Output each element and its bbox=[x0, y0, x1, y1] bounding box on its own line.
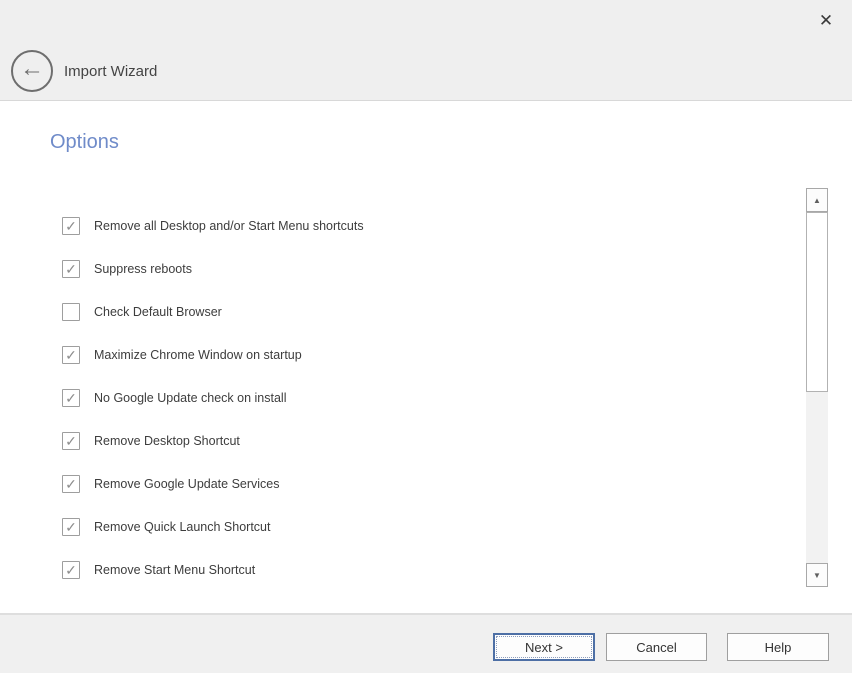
options-panel: ✓ Remove all Desktop and/or Start Menu s… bbox=[0, 190, 852, 590]
option-row[interactable]: ✓ Maximize Chrome Window on startup bbox=[0, 333, 852, 376]
option-checkbox[interactable]: ✓ bbox=[62, 518, 80, 536]
option-checkbox[interactable]: ✓ bbox=[62, 389, 80, 407]
option-checkbox[interactable]: ✓ bbox=[62, 217, 80, 235]
scroll-up-icon[interactable]: ▲ bbox=[806, 188, 828, 212]
option-row[interactable]: ✓ Remove Start Menu Shortcut bbox=[0, 548, 852, 590]
option-checkbox[interactable]: ✓ bbox=[62, 260, 80, 278]
scroll-down-icon[interactable]: ▼ bbox=[806, 563, 828, 587]
options-list: ✓ Remove all Desktop and/or Start Menu s… bbox=[0, 190, 852, 590]
option-label: Suppress reboots bbox=[94, 262, 192, 276]
option-label: Check Default Browser bbox=[94, 305, 222, 319]
option-row[interactable]: ✓ Remove Google Update Services bbox=[0, 462, 852, 505]
next-button[interactable]: Next > bbox=[493, 633, 595, 661]
option-row[interactable]: ✓ Remove Quick Launch Shortcut bbox=[0, 505, 852, 548]
help-button[interactable]: Help bbox=[727, 633, 829, 661]
option-label: Remove Desktop Shortcut bbox=[94, 434, 240, 448]
option-row[interactable]: Check Default Browser bbox=[0, 290, 852, 333]
option-checkbox[interactable] bbox=[62, 303, 80, 321]
option-row[interactable]: ✓ Remove Desktop Shortcut bbox=[0, 419, 852, 462]
option-label: Remove all Desktop and/or Start Menu sho… bbox=[94, 219, 364, 233]
option-label: No Google Update check on install bbox=[94, 391, 286, 405]
wizard-header: ✕ ← Import Wizard bbox=[0, 0, 852, 101]
option-checkbox[interactable]: ✓ bbox=[62, 346, 80, 364]
option-checkbox[interactable]: ✓ bbox=[62, 561, 80, 579]
option-row[interactable]: ✓ Suppress reboots bbox=[0, 247, 852, 290]
import-wizard-dialog: ✕ ← Import Wizard Options ✓ Remove all D… bbox=[0, 0, 852, 673]
option-row[interactable]: ✓ Remove all Desktop and/or Start Menu s… bbox=[0, 204, 852, 247]
scrollbar-thumb[interactable] bbox=[806, 212, 828, 392]
option-label: Remove Google Update Services bbox=[94, 477, 280, 491]
option-checkbox[interactable]: ✓ bbox=[62, 432, 80, 450]
option-label: Remove Start Menu Shortcut bbox=[94, 563, 255, 577]
cancel-button[interactable]: Cancel bbox=[606, 633, 707, 661]
wizard-title: Import Wizard bbox=[64, 50, 157, 92]
close-icon[interactable]: ✕ bbox=[813, 8, 839, 34]
option-label: Remove Quick Launch Shortcut bbox=[94, 520, 270, 534]
option-label: Maximize Chrome Window on startup bbox=[94, 348, 302, 362]
back-arrow-icon: ← bbox=[20, 57, 44, 81]
vertical-scrollbar[interactable]: ▲ ▼ bbox=[806, 188, 828, 587]
wizard-footer: Next > Cancel Help bbox=[0, 613, 852, 673]
back-button[interactable]: ← bbox=[11, 50, 53, 92]
option-checkbox[interactable]: ✓ bbox=[62, 475, 80, 493]
page-title: Options bbox=[50, 131, 119, 154]
option-row[interactable]: ✓ No Google Update check on install bbox=[0, 376, 852, 419]
